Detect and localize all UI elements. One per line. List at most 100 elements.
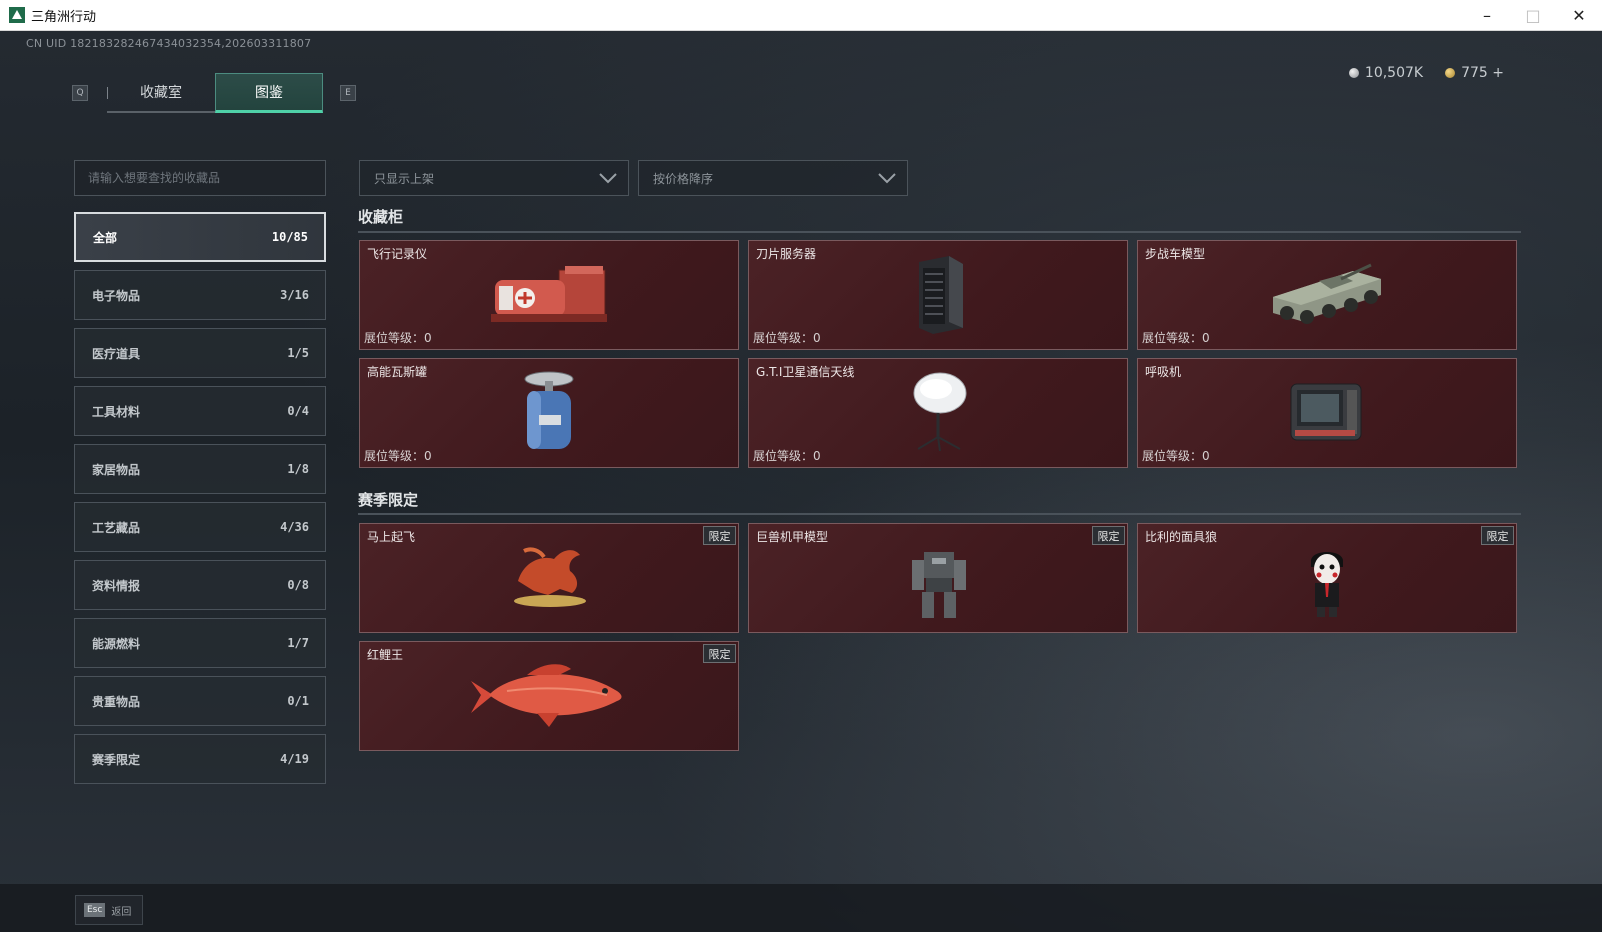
mech-model-icon — [898, 542, 978, 626]
item-name: G.T.I卫星通信天线 — [756, 365, 855, 379]
tab-collection-room[interactable]: 收藏室 — [107, 73, 215, 113]
collection-card[interactable]: 步战车模型 展位等级：0 — [1137, 240, 1517, 350]
section-title-season: 赛季限定 — [358, 491, 419, 509]
key-hint-q[interactable]: Q — [72, 85, 88, 101]
collection-card[interactable]: 刀片服务器 展位等级：0 — [748, 240, 1128, 350]
category-tools[interactable]: 工具材料 0/4 — [74, 386, 326, 436]
close-button[interactable]: ✕ — [1556, 0, 1602, 31]
satellite-antenna-icon — [906, 369, 970, 457]
window-title: 三角洲行动 — [31, 9, 97, 25]
category-label: 能源燃料 — [92, 636, 141, 651]
category-intel[interactable]: 资料情报 0/8 — [74, 560, 326, 610]
display-level: 展位等级：0 — [753, 329, 821, 346]
sort-value: 按价格降序 — [653, 171, 714, 186]
category-count: 10/85 — [271, 230, 308, 244]
item-name: 步战车模型 — [1145, 247, 1206, 261]
item-name: 高能瓦斯罐 — [367, 365, 428, 379]
item-name: 刀片服务器 — [756, 247, 817, 261]
item-name: 红鲤王 — [367, 648, 404, 662]
category-count: 3/16 — [280, 288, 309, 302]
category-crafts[interactable]: 工艺藏品 4/36 — [74, 502, 326, 552]
collection-card[interactable]: 高能瓦斯罐 展位等级：0 — [359, 358, 739, 468]
category-count: 0/1 — [287, 694, 309, 708]
item-name: 比利的面具狼 — [1145, 530, 1218, 544]
section-divider — [358, 513, 1521, 515]
listing-filter-value: 只显示上架 — [374, 171, 435, 186]
gold-currency[interactable]: 775 + — [1445, 65, 1504, 81]
category-energy[interactable]: 能源燃料 1/7 — [74, 618, 326, 668]
window-controls: – □ ✕ — [1464, 0, 1602, 31]
tab-codex[interactable]: 图鉴 — [215, 73, 323, 113]
category-medical[interactable]: 医疗道具 1/5 — [74, 328, 326, 378]
search-input[interactable] — [74, 160, 326, 196]
category-season-limited[interactable]: 赛季限定 4/19 — [74, 734, 326, 784]
category-valuables[interactable]: 贵重物品 0/1 — [74, 676, 326, 726]
collection-card[interactable]: 呼吸机 展位等级：0 — [1137, 358, 1517, 468]
collection-card[interactable]: 飞行记录仪 展位等级：0 — [359, 240, 739, 350]
level-label: 展位等级： — [1142, 331, 1203, 345]
item-name: 巨兽机甲模型 — [756, 530, 829, 544]
collection-card[interactable]: G.T.I卫星通信天线 展位等级：0 — [748, 358, 1128, 468]
display-level: 展位等级：0 — [364, 447, 432, 464]
category-electronics[interactable]: 电子物品 3/16 — [74, 270, 326, 320]
section-title-cabinet: 收藏柜 — [358, 208, 404, 226]
item-name: 马上起飞 — [367, 530, 416, 544]
minimize-button[interactable]: – — [1464, 0, 1510, 31]
season-card[interactable]: 马上起飞 限定 — [359, 523, 739, 633]
gold-amount: 775 + — [1461, 65, 1504, 81]
level-value: 0 — [424, 449, 432, 463]
gas-canister-icon — [519, 369, 579, 457]
category-count: 1/5 — [287, 346, 309, 360]
chevron-down-icon — [878, 173, 896, 184]
level-value: 0 — [1202, 331, 1210, 345]
level-value: 0 — [424, 331, 432, 345]
level-value: 0 — [813, 449, 821, 463]
red-carp-icon — [467, 661, 631, 735]
key-hint-e[interactable]: E — [340, 85, 356, 101]
season-card[interactable]: 比利的面具狼 限定 — [1137, 523, 1517, 633]
limited-badge: 限定 — [703, 644, 736, 663]
category-all[interactable]: 全部 10/85 — [74, 212, 326, 262]
uid-label: CN UID 182183282467434032354,20260331180… — [26, 37, 312, 50]
category-count: 0/4 — [287, 404, 309, 418]
esc-key-hint: Esc — [84, 903, 106, 917]
level-label: 展位等级： — [753, 331, 814, 345]
level-label: 展位等级： — [1142, 449, 1203, 463]
display-level: 展位等级：0 — [1142, 447, 1210, 464]
category-label: 全部 — [93, 230, 118, 245]
maximize-button[interactable]: □ — [1510, 0, 1556, 31]
flight-recorder-icon — [485, 262, 613, 332]
category-label: 电子物品 — [92, 288, 141, 303]
chevron-down-icon — [599, 173, 617, 184]
game-screen: CN UID 182183282467434032354,20260331180… — [0, 31, 1602, 932]
category-count: 1/8 — [287, 462, 309, 476]
limited-badge: 限定 — [1092, 526, 1125, 545]
listing-filter-dropdown[interactable]: 只显示上架 — [359, 160, 629, 196]
back-label: 返回 — [111, 906, 132, 918]
limited-badge: 限定 — [1481, 526, 1514, 545]
display-level: 展位等级：0 — [753, 447, 821, 464]
ventilator-icon — [1285, 378, 1369, 448]
category-label: 工具材料 — [92, 404, 141, 419]
level-value: 0 — [1202, 449, 1210, 463]
sort-dropdown[interactable]: 按价格降序 — [638, 160, 908, 196]
level-label: 展位等级： — [364, 331, 425, 345]
category-count: 1/7 — [287, 636, 309, 650]
section-divider — [358, 231, 1521, 233]
category-label: 资料情报 — [92, 578, 141, 593]
level-label: 展位等级： — [753, 449, 814, 463]
limited-badge: 限定 — [703, 526, 736, 545]
bottom-bar — [0, 884, 1602, 932]
category-count: 0/8 — [287, 578, 309, 592]
category-list: 全部 10/85 电子物品 3/16 医疗道具 1/5 工具材料 0/4 家居物品 1/8… — [74, 212, 326, 792]
category-household[interactable]: 家居物品 1/8 — [74, 444, 326, 494]
back-button[interactable]: Esc 返回 — [75, 895, 143, 925]
item-name: 飞行记录仪 — [367, 247, 428, 261]
window-titlebar: 三角洲行动 – □ ✕ — [0, 0, 1602, 31]
silver-coin-icon — [1348, 68, 1359, 78]
category-label: 赛季限定 — [92, 752, 141, 767]
season-card[interactable]: 红鲤王 限定 — [359, 641, 739, 751]
gold-coin-icon — [1445, 68, 1456, 78]
app-logo-icon — [9, 7, 25, 23]
season-card[interactable]: 巨兽机甲模型 限定 — [748, 523, 1128, 633]
